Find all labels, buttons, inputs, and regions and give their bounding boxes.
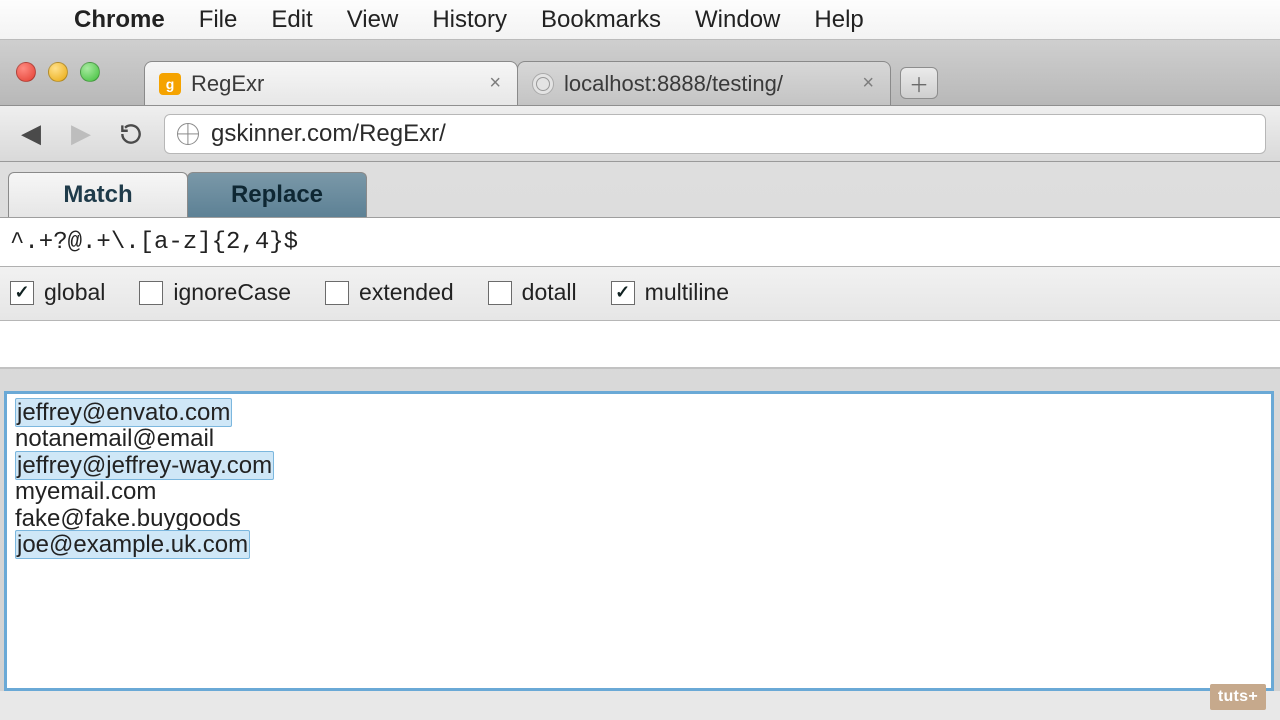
flag-global[interactable]: ✓ global	[10, 279, 105, 306]
menu-window[interactable]: Window	[695, 6, 780, 34]
menu-help[interactable]: Help	[814, 6, 863, 34]
test-text-pane[interactable]: jeffrey@envato.comnotanemail@emailjeffre…	[4, 391, 1274, 691]
menu-file[interactable]: File	[199, 6, 238, 34]
reload-button[interactable]	[114, 117, 148, 151]
tab-replace[interactable]: Replace	[187, 172, 367, 217]
flag-multiline[interactable]: ✓ multiline	[611, 279, 729, 306]
test-line: myemail.com	[15, 479, 1263, 505]
test-line: notanemail@email	[15, 426, 1263, 452]
window-close-icon[interactable]	[16, 62, 36, 82]
new-tab-button[interactable]: ＋	[900, 67, 938, 99]
mac-menubar: Chrome File Edit View History Bookmarks …	[0, 0, 1280, 40]
address-bar[interactable]: gskinner.com/RegExr/	[164, 114, 1266, 154]
back-button[interactable]: ◀	[14, 117, 48, 151]
browser-tab-regexr[interactable]: g RegExr ×	[144, 61, 518, 105]
menu-edit[interactable]: Edit	[271, 6, 312, 34]
plus-icon: ＋	[909, 69, 929, 98]
regex-flags: ✓ global ignoreCase extended dotall ✓ mu…	[0, 267, 1280, 321]
browser-tabstrip: g RegExr × localhost:8888/testing/ × ＋	[0, 40, 1280, 106]
test-line: jeffrey@jeffrey-way.com	[15, 453, 1263, 479]
tab-close-icon[interactable]: ×	[846, 72, 874, 95]
tab-title: localhost:8888/testing/	[564, 71, 783, 97]
tab-title: RegExr	[191, 71, 264, 97]
regexr-app: Match Replace ✓ global ignoreCase extend…	[0, 162, 1280, 691]
replace-with-input[interactable]	[0, 321, 1280, 369]
flag-dotall[interactable]: dotall	[488, 279, 577, 306]
tab-match[interactable]: Match	[8, 172, 188, 217]
regex-match-highlight: jeffrey@envato.com	[15, 398, 232, 427]
app-menu[interactable]: Chrome	[74, 6, 165, 34]
forward-button[interactable]: ▶	[64, 117, 98, 151]
regex-pattern-input[interactable]	[10, 229, 1270, 256]
regex-pattern-bar	[0, 217, 1280, 267]
regex-match-highlight: jeffrey@jeffrey-way.com	[15, 451, 274, 480]
test-line: joe@example.uk.com	[15, 532, 1263, 558]
flag-label: global	[44, 279, 105, 306]
mode-tabs: Match Replace	[8, 172, 1280, 217]
flag-ignorecase[interactable]: ignoreCase	[139, 279, 291, 306]
watermark-badge: tuts+	[1210, 684, 1266, 710]
checkbox-icon: ✓	[10, 281, 34, 305]
regex-match-highlight: joe@example.uk.com	[15, 530, 250, 559]
checkbox-icon	[139, 281, 163, 305]
forward-arrow-icon: ▶	[71, 118, 91, 149]
tab-close-icon[interactable]: ×	[473, 72, 501, 95]
checkbox-icon	[325, 281, 349, 305]
back-arrow-icon: ◀	[21, 118, 41, 149]
flag-label: multiline	[645, 279, 729, 306]
browser-toolbar: ◀ ▶ gskinner.com/RegExr/	[0, 106, 1280, 162]
window-controls	[16, 62, 100, 82]
flag-label: dotall	[522, 279, 577, 306]
checkbox-icon	[488, 281, 512, 305]
flag-label: ignoreCase	[173, 279, 291, 306]
flag-extended[interactable]: extended	[325, 279, 454, 306]
url-text: gskinner.com/RegExr/	[211, 120, 446, 148]
reload-icon	[118, 121, 144, 147]
test-line: jeffrey@envato.com	[15, 400, 1263, 426]
menu-view[interactable]: View	[347, 6, 399, 34]
flag-label: extended	[359, 279, 454, 306]
browser-tab-localhost[interactable]: localhost:8888/testing/ ×	[517, 61, 891, 105]
favicon-globe-icon	[532, 73, 554, 95]
favicon-regexr-icon: g	[159, 73, 181, 95]
menu-history[interactable]: History	[432, 6, 507, 34]
site-globe-icon	[177, 123, 199, 145]
checkbox-icon: ✓	[611, 281, 635, 305]
window-zoom-icon[interactable]	[80, 62, 100, 82]
test-line: fake@fake.buygoods	[15, 506, 1263, 532]
window-minimize-icon[interactable]	[48, 62, 68, 82]
browser-tabs: g RegExr × localhost:8888/testing/ × ＋	[144, 61, 938, 105]
menu-bookmarks[interactable]: Bookmarks	[541, 6, 661, 34]
